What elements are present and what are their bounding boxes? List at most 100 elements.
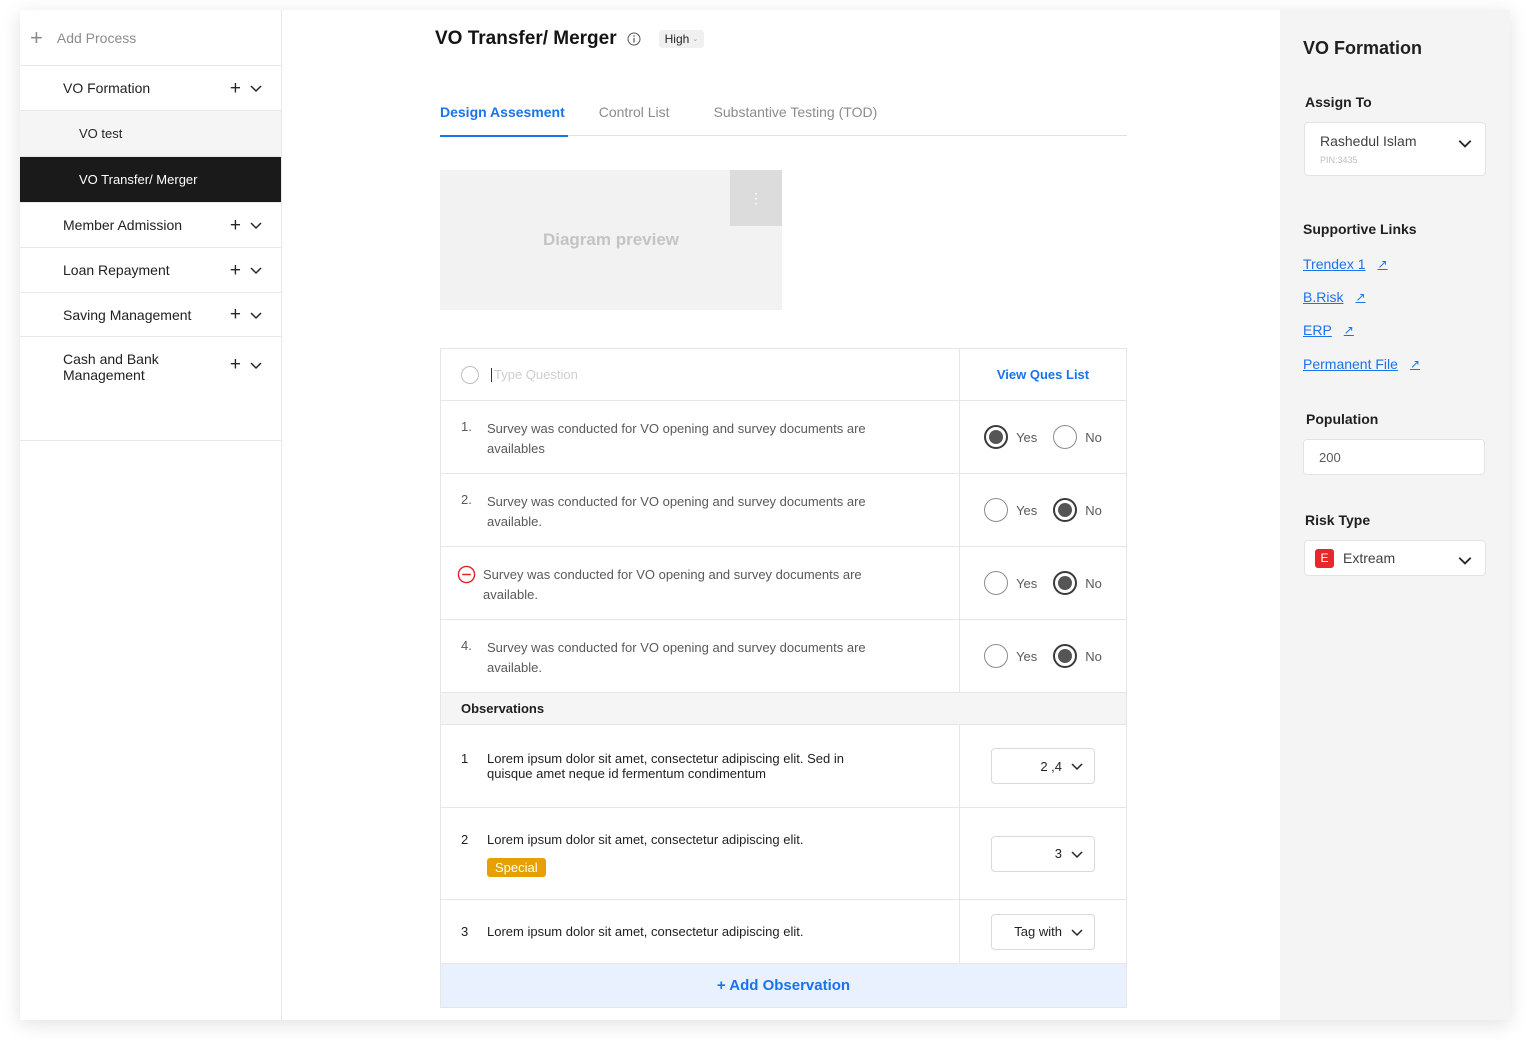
observation-row: 1 Lorem ipsum dolor sit amet, consectetu… (441, 725, 1126, 808)
external-link-icon: ↗ (1355, 290, 1366, 304)
radio-checked-icon (1053, 498, 1078, 522)
link-text: B.Risk (1303, 289, 1344, 305)
chevron-down-icon[interactable] (249, 263, 263, 277)
sidebar-item-cash-and-bank-management[interactable]: Cash and Bank Management + (20, 337, 281, 441)
radio-no[interactable]: No (1053, 498, 1102, 522)
chevron-down-icon[interactable] (249, 81, 263, 95)
observation-text: Lorem ipsum dolor sit amet, consectetur … (487, 832, 804, 847)
radio-no-label: No (1085, 429, 1102, 445)
radio-no[interactable]: No (1053, 644, 1102, 668)
observation-tag-select[interactable]: 2 ,4 (991, 748, 1095, 784)
risk-type-value: Extream (1343, 550, 1396, 566)
radio-no[interactable]: No (1053, 571, 1102, 595)
radio-empty-icon (461, 365, 479, 384)
population-label: Population (1306, 411, 1379, 427)
question-row: 4. Survey was conducted for VO opening a… (441, 620, 1126, 693)
page-header: VO Transfer/ Merger High ⌄ (435, 28, 705, 50)
plus-icon[interactable]: + (230, 79, 241, 98)
plus-icon[interactable]: + (230, 216, 241, 235)
radio-empty-icon (984, 644, 1009, 668)
question-text: Survey was conducted for VO opening and … (487, 494, 866, 529)
assignee-pin: PIN:3435 (1320, 155, 1358, 165)
diagram-preview[interactable]: Diagram preview ⋮ (440, 170, 782, 310)
plus-icon[interactable]: + (230, 305, 241, 324)
radio-yes[interactable]: Yes (984, 571, 1037, 595)
info-icon[interactable] (627, 32, 641, 46)
observation-tag-value: Tag with (1014, 924, 1062, 939)
radio-yes-label: Yes (1016, 429, 1038, 445)
more-vertical-icon[interactable]: ⋮ (730, 170, 782, 226)
supportive-link[interactable]: Trendex 1 ↗ (1303, 256, 1388, 272)
radio-no-label: No (1085, 648, 1102, 664)
radio-no[interactable]: No (1053, 425, 1102, 449)
risk-type-select[interactable]: E Extream (1304, 540, 1486, 576)
observation-tag-value: 3 (1054, 846, 1062, 861)
question-row: Survey was conducted for VO opening and … (441, 547, 1126, 620)
sidebar-item-label: Cash and Bank Management (63, 351, 159, 383)
external-link-icon: ↗ (1409, 357, 1420, 371)
supportive-links-label: Supportive Links (1303, 221, 1417, 237)
radio-empty-icon (1053, 425, 1078, 449)
sidebar-subitem-vo-test[interactable]: VO test (20, 111, 281, 157)
population-input[interactable]: 200 (1303, 439, 1485, 475)
link-text: Permanent File (1303, 356, 1398, 372)
radio-checked-icon (1053, 644, 1078, 668)
observation-number: 2 (461, 832, 469, 847)
chevron-down-icon[interactable] (249, 358, 263, 372)
chevron-down-icon (1071, 850, 1083, 858)
chevron-down-icon[interactable] (249, 308, 263, 322)
observation-tag-select[interactable]: Tag with (991, 913, 1095, 950)
plus-icon[interactable]: + (230, 261, 241, 280)
sidebar-subitem-label: VO test (79, 126, 123, 141)
tab-substantive-testing[interactable]: Substantive Testing (TOD) (714, 98, 878, 136)
radio-no-label: No (1085, 575, 1102, 591)
sidebar-item-vo-formation[interactable]: VO Formation + (20, 66, 281, 111)
sidebar-subitem-vo-transfer-merger[interactable]: VO Transfer/ Merger (20, 157, 281, 203)
supportive-link[interactable]: ERP ↗ (1303, 322, 1354, 338)
question-text: Survey was conducted for VO opening and … (487, 421, 866, 456)
page-title: VO Transfer/ Merger (435, 28, 617, 49)
tab-control-list[interactable]: Control List (599, 98, 670, 136)
add-process-button[interactable]: + Add Process (20, 10, 281, 66)
add-observation-button[interactable]: + Add Observation (441, 964, 1126, 1007)
question-row: 2. Survey was conducted for VO opening a… (441, 474, 1126, 547)
observation-number: 3 (461, 924, 469, 939)
assignee-name: Rashedul Islam (1320, 133, 1417, 149)
remove-circle-icon[interactable] (457, 565, 476, 584)
observation-tag-select[interactable]: 3 (991, 835, 1095, 872)
question-table: Type Question View Ques List 1. Survey w… (440, 348, 1127, 1008)
app-window: + Add Process VO Formation + VO test VO … (20, 10, 1510, 1020)
radio-yes-label: Yes (1016, 502, 1038, 518)
sidebar-item-label: Saving Management (63, 306, 192, 323)
risk-level-badge: E (1315, 548, 1334, 568)
chevron-down-icon: ⌄ (692, 36, 699, 43)
assign-to-select[interactable]: Rashedul Islam PIN:3435 (1304, 122, 1486, 176)
chevron-down-icon[interactable] (249, 218, 263, 232)
sidebar-item-member-admission[interactable]: Member Admission + (20, 203, 281, 248)
panel-title: VO Formation (1303, 38, 1423, 58)
priority-select[interactable]: High ⌄ (658, 30, 705, 48)
view-ques-list-link[interactable]: View Ques List (997, 367, 1089, 382)
diagram-preview-label: Diagram preview (542, 230, 680, 249)
supportive-link[interactable]: Permanent File ↗ (1303, 356, 1420, 372)
external-link-icon: ↗ (1343, 323, 1354, 337)
observation-text: Lorem ipsum dolor sit amet, consectetur … (487, 924, 804, 939)
supportive-link[interactable]: B.Risk ↗ (1303, 289, 1366, 305)
radio-yes[interactable]: Yes (984, 644, 1037, 668)
radio-checked-icon (984, 425, 1009, 449)
observation-text: Lorem ipsum dolor sit amet, consectetur … (487, 751, 844, 781)
chevron-down-icon (1071, 928, 1083, 936)
sidebar-item-loan-repayment[interactable]: Loan Repayment + (20, 248, 281, 293)
tab-design-assesment[interactable]: Design Assesment (440, 98, 568, 137)
plus-icon[interactable]: + (230, 355, 241, 374)
sidebar-item-saving-management[interactable]: Saving Management + (20, 293, 281, 337)
radio-yes-label: Yes (1016, 575, 1038, 591)
sidebar-item-label: VO Formation (63, 80, 151, 96)
question-input[interactable]: Type Question (491, 367, 578, 382)
assign-to-label: Assign To (1305, 94, 1372, 110)
question-number: 1. (461, 419, 472, 434)
radio-yes[interactable]: Yes (984, 498, 1037, 522)
observations-heading: Observations (441, 693, 1126, 725)
sidebar-item-label: Loan Repayment (63, 262, 170, 278)
radio-yes[interactable]: Yes (984, 425, 1037, 449)
